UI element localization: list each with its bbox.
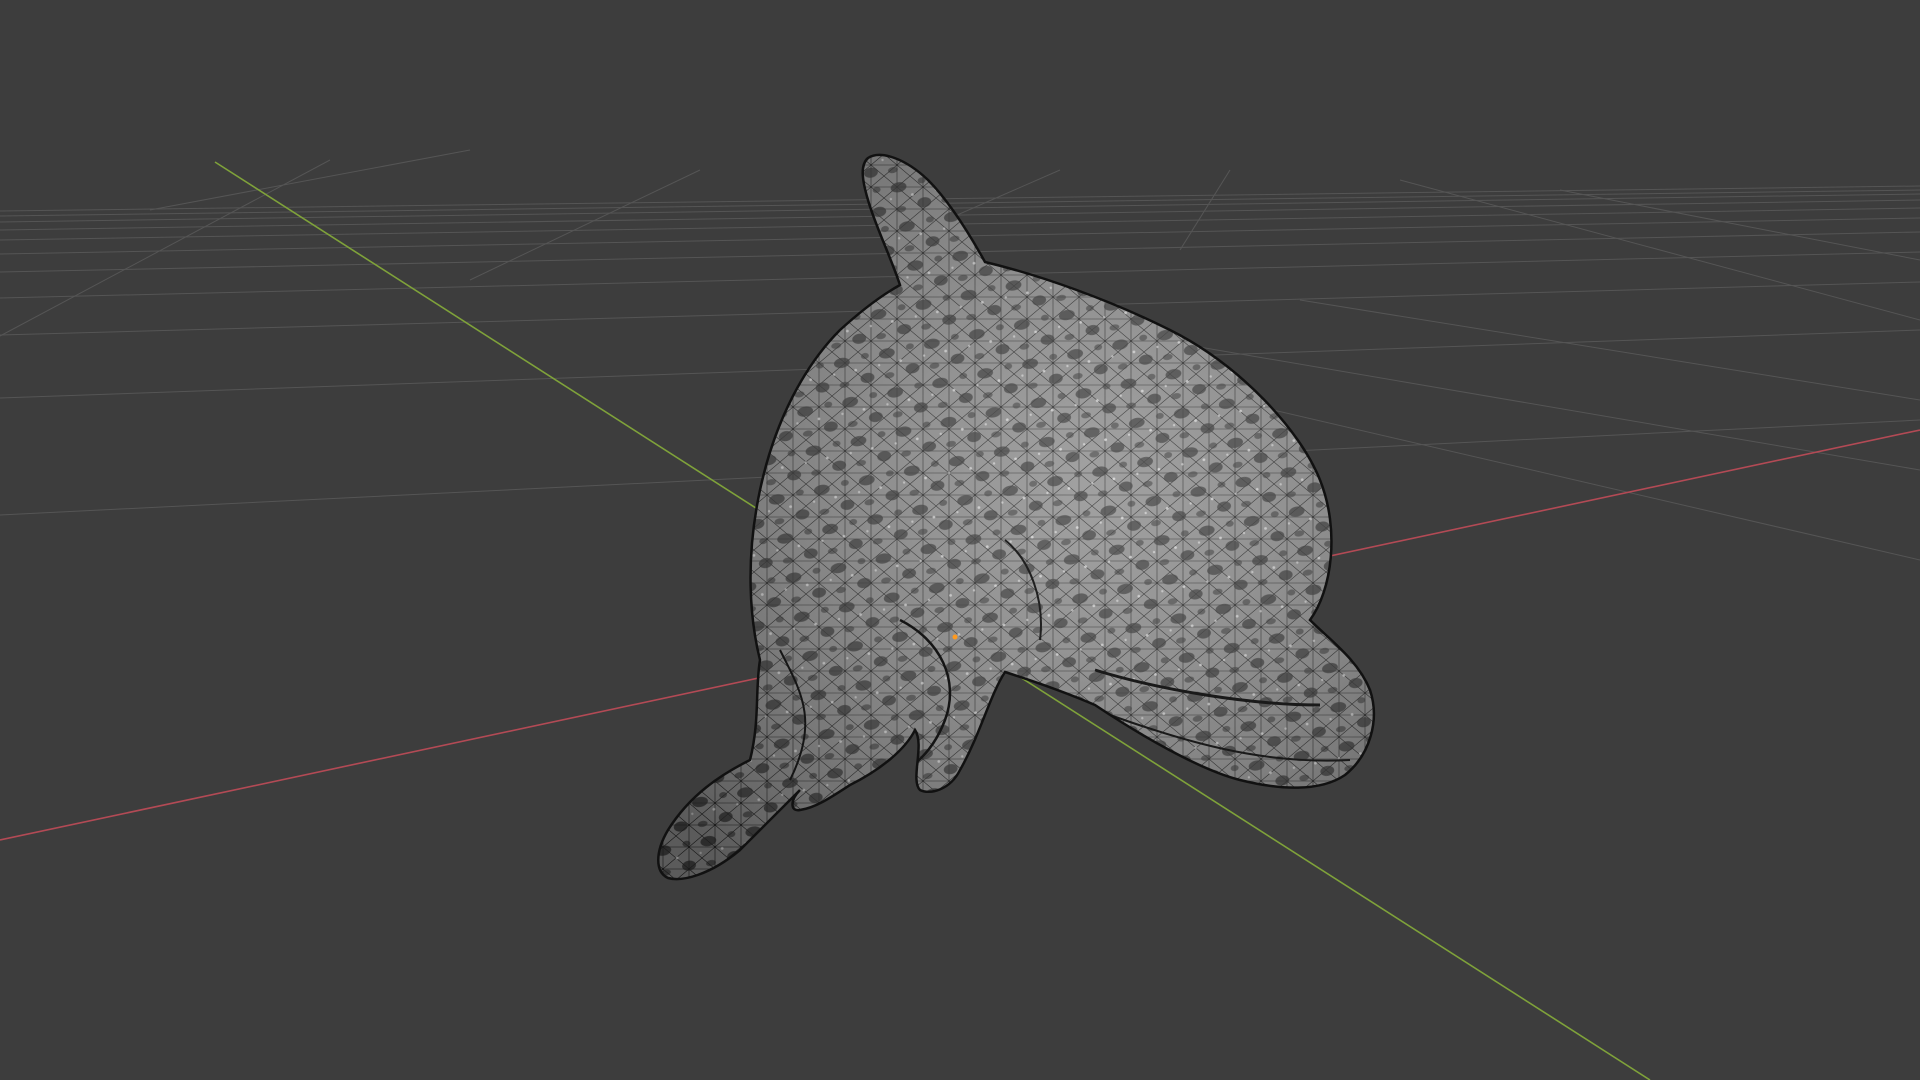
object-origin-marker [952,634,958,640]
3d-viewport[interactable] [0,0,1920,1080]
viewport-canvas[interactable] [0,0,1920,1080]
dolphin-mesh[interactable] [640,140,1400,900]
